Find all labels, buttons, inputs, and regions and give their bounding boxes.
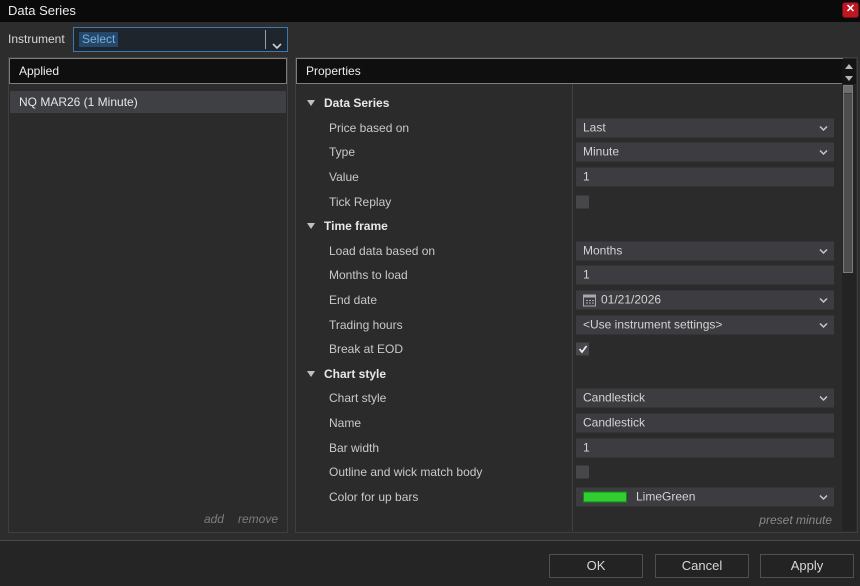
ok-button[interactable]: OK (549, 554, 643, 578)
property-row-months-to-load: Months to load 1 (297, 263, 842, 288)
chevron-down-icon (272, 37, 282, 55)
property-row-price-based-on: Price based on Last (297, 116, 842, 141)
category-row-time-frame[interactable]: Time frame (297, 214, 842, 239)
chevron-down-icon (819, 494, 828, 500)
value-input[interactable]: 1 (576, 167, 834, 187)
preset-minute-link[interactable]: preset minute (759, 513, 832, 527)
trading-hours-dropdown[interactable]: <Use instrument settings> (576, 315, 834, 335)
dropdown-separator (265, 30, 266, 49)
property-grid: Data Series Price based on Last Type Min… (297, 84, 842, 531)
instrument-value: Select (79, 32, 119, 47)
property-row-end-date: End date 01/21/2026 (297, 288, 842, 313)
chart-style-dropdown[interactable]: Candlestick (576, 388, 834, 408)
chevron-down-icon (819, 298, 828, 304)
scrollbar-grip (844, 86, 852, 94)
property-row-type: Type Minute (297, 140, 842, 165)
instrument-label: Instrument (8, 32, 65, 46)
close-button[interactable]: ✕ (842, 2, 859, 18)
property-row-outline-wick-match: Outline and wick match body (297, 460, 842, 485)
break-at-eod-checkbox[interactable] (576, 341, 589, 358)
remove-link[interactable]: remove (238, 512, 278, 526)
applied-panel: Applied NQ MAR26 (1 Minute) add remove (8, 57, 288, 533)
end-date-picker[interactable]: 01/21/2026 (576, 290, 834, 310)
color-swatch (583, 491, 627, 503)
dialog-title: Data Series (8, 3, 76, 18)
name-input[interactable]: Candlestick (576, 413, 834, 433)
chevron-down-icon (819, 150, 828, 156)
property-row-chart-style: Chart style Candlestick (297, 386, 842, 411)
property-row-break-at-eod: Break at EOD (297, 337, 842, 362)
checkmark-icon (578, 341, 588, 358)
category-row-chart-style[interactable]: Chart style (297, 362, 842, 387)
category-expander-icon (307, 223, 315, 230)
chevron-down-icon (819, 322, 828, 328)
scroll-buttons (842, 59, 856, 84)
outline-wick-match-checkbox[interactable] (576, 465, 589, 479)
chevron-down-icon (819, 125, 828, 131)
chevron-down-icon (819, 248, 828, 254)
property-row-load-data-based-on: Load data based on Months (297, 239, 842, 264)
instrument-dropdown[interactable]: Select (73, 27, 288, 52)
title-bar: Data Series ✕ (0, 0, 860, 22)
property-row-name: Name Candlestick (297, 411, 842, 436)
close-icon: ✕ (845, 3, 856, 15)
price-based-on-dropdown[interactable]: Last (576, 118, 834, 138)
data-series-dialog: Data Series ✕ Instrument Select Applied … (0, 0, 860, 586)
months-to-load-input[interactable]: 1 (576, 265, 834, 285)
type-dropdown[interactable]: Minute (576, 142, 834, 162)
category-expander-icon (307, 370, 315, 377)
apply-button[interactable]: Apply (760, 554, 854, 578)
property-row-value: Value 1 (297, 165, 842, 190)
property-row-trading-hours: Trading hours <Use instrument settings> (297, 312, 842, 337)
property-row-bar-width: Bar width 1 (297, 435, 842, 460)
tick-replay-checkbox[interactable] (576, 195, 589, 209)
applied-header: Applied (9, 58, 287, 84)
scroll-down-button[interactable] (842, 71, 856, 83)
category-row-data-series[interactable]: Data Series (297, 91, 842, 116)
property-row-tick-replay: Tick Replay (297, 189, 842, 214)
bar-width-input[interactable]: 1 (576, 438, 834, 458)
category-expander-icon (307, 100, 315, 107)
properties-header: Properties (296, 58, 843, 84)
calendar-icon (583, 294, 596, 307)
add-link[interactable]: add (204, 512, 224, 526)
cancel-button[interactable]: Cancel (655, 554, 749, 578)
scrollbar-track[interactable] (842, 84, 856, 531)
color-up-bars-dropdown[interactable]: LimeGreen (576, 487, 834, 507)
property-row-color-up-bars: Color for up bars LimeGreen (297, 485, 842, 510)
add-remove-links: add remove (204, 512, 278, 526)
applied-list-item[interactable]: NQ MAR26 (1 Minute) (10, 91, 286, 113)
footer: OK Cancel Apply (0, 541, 860, 586)
chevron-down-icon (819, 396, 828, 402)
load-data-based-on-dropdown[interactable]: Months (576, 241, 834, 261)
properties-panel: Properties Data Series Price based on La… (295, 57, 858, 533)
scrollbar-thumb[interactable] (843, 85, 853, 273)
